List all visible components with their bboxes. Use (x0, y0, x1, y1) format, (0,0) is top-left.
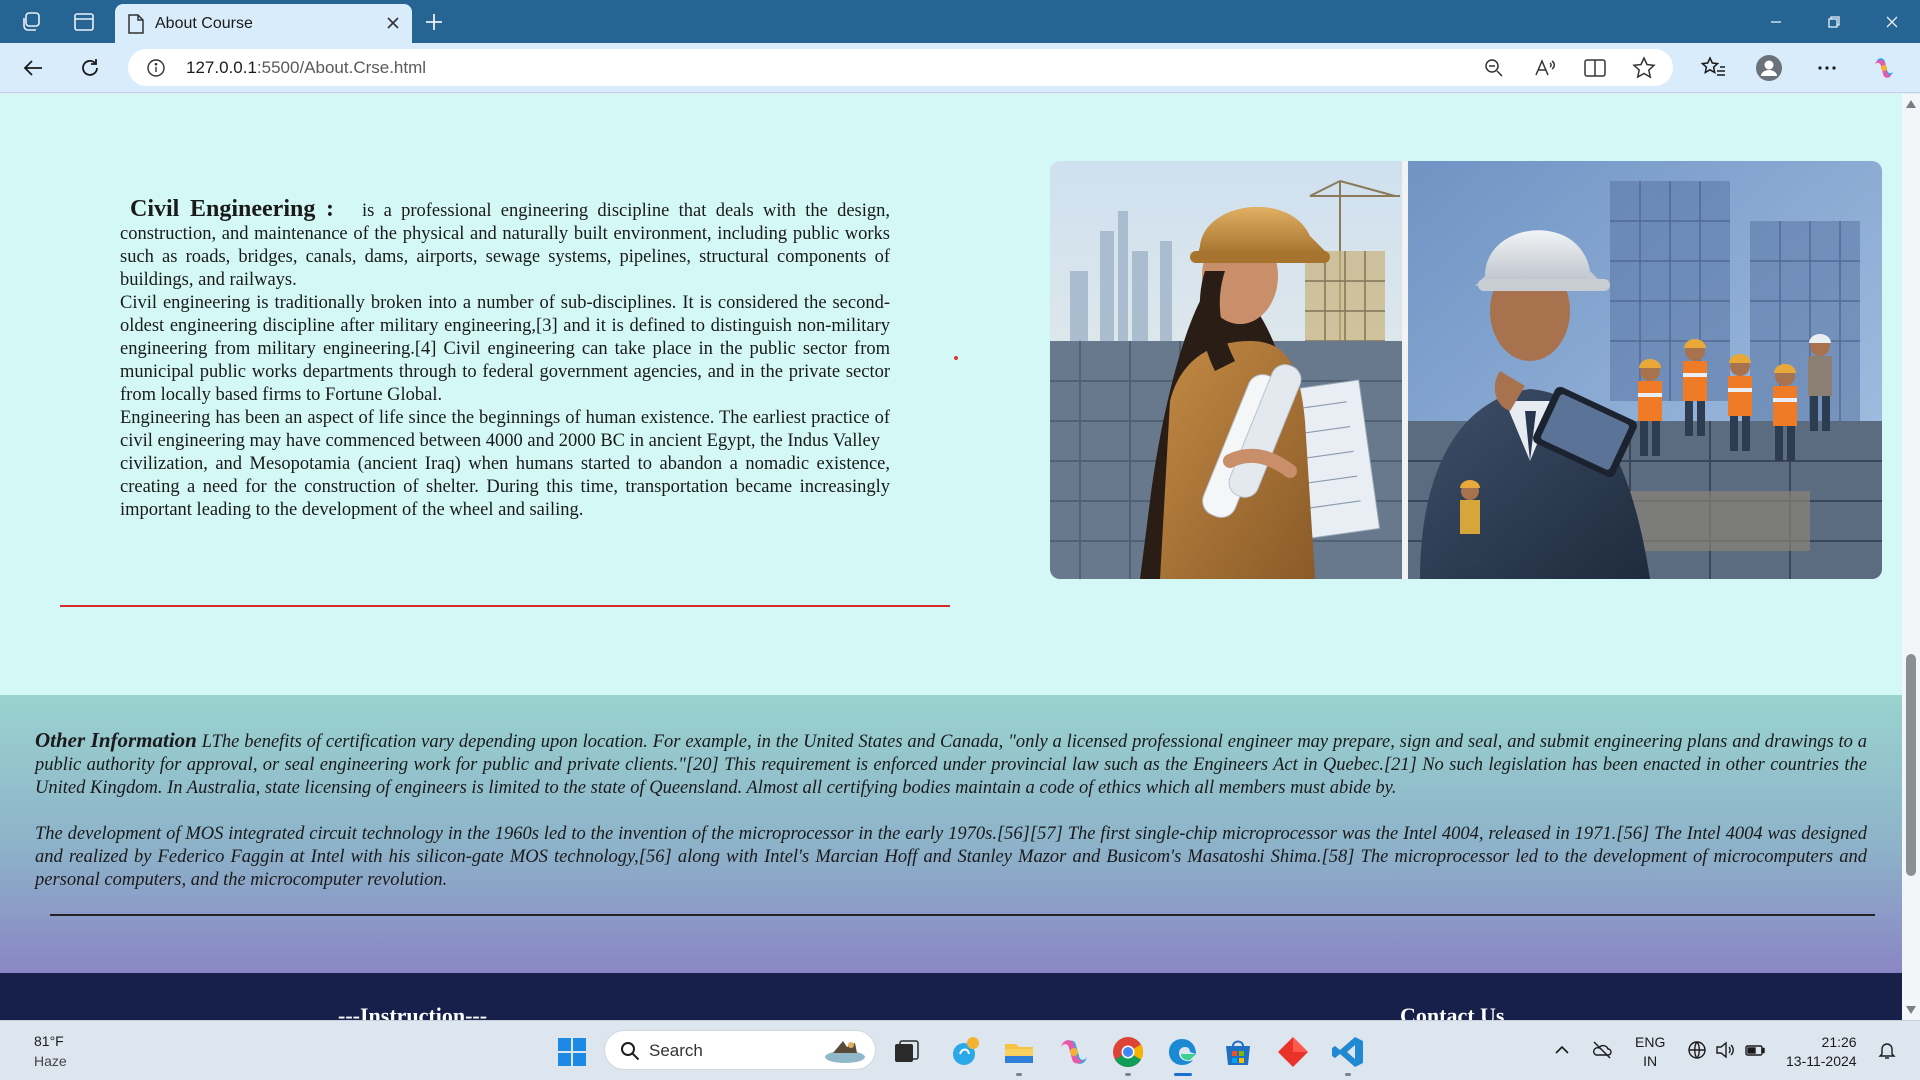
section-divider-red (60, 605, 950, 607)
other-information-section: Other Information LThe benefits of certi… (0, 695, 1902, 973)
back-arrow-icon[interactable] (20, 54, 48, 82)
weather-widget[interactable]: 81°F Haze (34, 1031, 67, 1071)
section-divider-black (50, 914, 1875, 916)
restore-icon[interactable] (1820, 8, 1848, 36)
url-path: :5500/About.Crse.html (256, 58, 427, 77)
favorites-icon[interactable] (1700, 54, 1728, 82)
search-highlight-icon (821, 1035, 869, 1065)
microsoft-store-icon[interactable] (1220, 1034, 1256, 1070)
immersive-reader-icon[interactable] (1582, 55, 1608, 81)
language-code: ENG (1635, 1034, 1666, 1050)
vertical-tabs-icon[interactable] (72, 10, 96, 34)
scroll-down-arrow[interactable] (1906, 1006, 1916, 1014)
footer-contact-heading: Contact Us (1400, 1003, 1505, 1020)
battery-icon[interactable] (1744, 1039, 1766, 1061)
about-paragraph-1: Civil Engineering : is a professional en… (120, 196, 890, 292)
other-information-label: Other Information (35, 728, 197, 752)
weather-condition: Haze (34, 1053, 67, 1069)
chevron-up-icon[interactable] (1551, 1039, 1573, 1061)
file-explorer-icon[interactable] (1001, 1034, 1037, 1070)
language-indicator[interactable]: ENG IN (1635, 1033, 1665, 1071)
page-viewport[interactable]: Civil Engineering : is a professional en… (0, 94, 1902, 1020)
clock-time: 21:26 (1821, 1034, 1857, 1050)
workspaces-icon[interactable] (20, 10, 44, 34)
civil-engineers-image (1050, 161, 1882, 579)
footer-instruction-heading: ---Instruction--- (338, 1003, 488, 1020)
address-bar[interactable]: 127.0.0.1:5500/About.Crse.html (128, 49, 1673, 86)
about-title: Civil Engineering : (130, 196, 335, 222)
onedrive-offline-icon[interactable] (1591, 1039, 1613, 1061)
more-options-icon[interactable] (1813, 54, 1841, 82)
profile-avatar-icon[interactable] (1755, 54, 1783, 82)
url-host: 127.0.0.1 (186, 58, 257, 77)
clock-date: 13-11-2024 (1786, 1053, 1857, 1069)
about-paragraph-2: Civil engineering is traditionally broke… (120, 293, 890, 405)
about-paragraph-4: civilization, and Mesopotamia (ancient I… (120, 454, 890, 520)
edge-active-indicator (1174, 1073, 1192, 1076)
network-globe-icon[interactable] (1686, 1039, 1708, 1061)
region-code: IN (1643, 1053, 1658, 1069)
close-window-icon[interactable] (1878, 8, 1906, 36)
read-aloud-icon[interactable] (1532, 55, 1558, 81)
chrome-running-indicator (1125, 1073, 1131, 1076)
vs-code-running-indicator (1345, 1073, 1351, 1076)
url-text[interactable]: 127.0.0.1:5500/About.Crse.html (186, 58, 426, 78)
chrome-icon[interactable] (1110, 1034, 1146, 1070)
other-paragraph-1-text: LThe benefits of certification vary depe… (35, 732, 1868, 798)
copilot-app-icon[interactable] (1056, 1034, 1092, 1070)
system-clock[interactable]: 21:26 13-11-2024 (1786, 1033, 1857, 1071)
windows-start-icon[interactable] (554, 1034, 590, 1070)
copilot-taskbar-icon[interactable] (948, 1034, 984, 1070)
windows-taskbar: 81°F Haze Search ENG IN 21:26 13-11-2024 (0, 1020, 1920, 1080)
page-scrollbar[interactable] (1902, 94, 1920, 1020)
weather-temperature: 81°F (34, 1033, 64, 1049)
volume-icon[interactable] (1714, 1039, 1736, 1061)
search-icon (619, 1040, 641, 1062)
taskbar-search[interactable]: Search (604, 1030, 876, 1070)
page-footer: ---Instruction--- Contact Us (0, 973, 1902, 1020)
other-paragraph-2: The development of MOS integrated circui… (35, 824, 1867, 890)
file-explorer-running-indicator (1016, 1073, 1022, 1076)
refresh-icon[interactable] (76, 54, 104, 82)
decorative-dot (954, 356, 958, 360)
edge-icon[interactable] (1165, 1034, 1201, 1070)
tab-about-course[interactable]: About Course (115, 4, 412, 43)
task-view-icon[interactable] (888, 1034, 924, 1070)
red-diamond-app-icon[interactable] (1275, 1034, 1311, 1070)
zoom-out-icon[interactable] (1481, 55, 1507, 81)
browser-tab-bar: About Course (0, 0, 1920, 43)
copilot-icon[interactable] (1870, 54, 1898, 82)
address-toolbar: 127.0.0.1:5500/About.Crse.html (0, 43, 1920, 93)
new-tab-icon[interactable] (420, 8, 448, 36)
vs-code-icon[interactable] (1330, 1034, 1366, 1070)
search-label: Search (649, 1041, 703, 1060)
favorite-star-icon[interactable] (1631, 55, 1657, 81)
close-tab-icon[interactable] (382, 12, 404, 34)
other-information-text: Other Information LThe benefits of certi… (35, 729, 1867, 892)
about-paragraph-3: Engineering has been an aspect of life s… (120, 408, 890, 451)
scroll-up-arrow[interactable] (1906, 100, 1916, 108)
about-section: Civil Engineering : is a professional en… (120, 196, 890, 522)
notifications-bell-icon[interactable] (1876, 1039, 1898, 1061)
tab-title: About Course (155, 15, 253, 32)
other-paragraph-1: Other Information LThe benefits of certi… (35, 729, 1867, 800)
site-info-icon[interactable] (146, 58, 166, 78)
document-icon (127, 14, 145, 34)
scrollbar-thumb[interactable] (1906, 654, 1916, 876)
minimize-icon[interactable] (1762, 8, 1790, 36)
